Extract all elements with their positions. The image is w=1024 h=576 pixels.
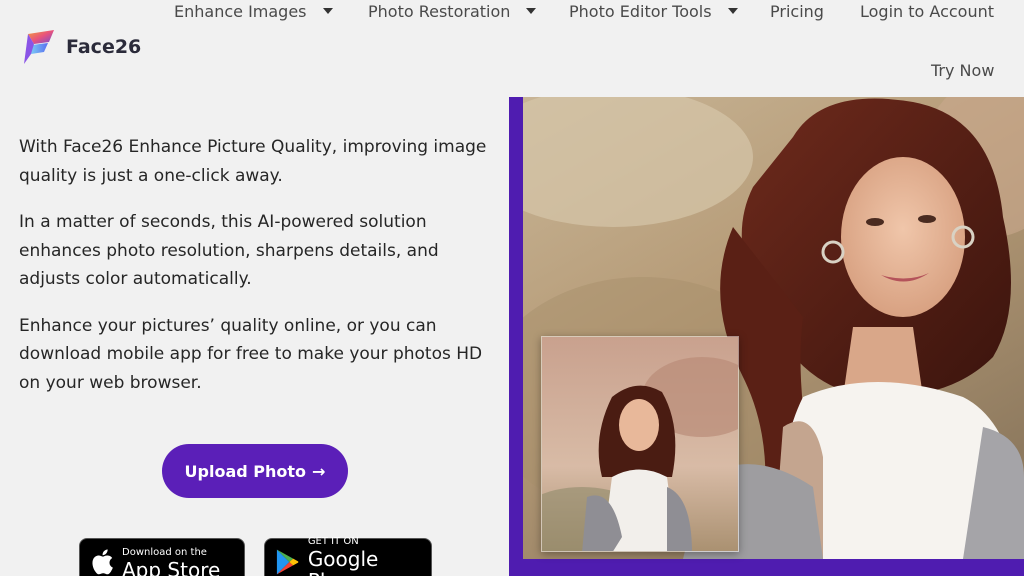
face26-logo-icon (24, 30, 54, 64)
nav-photo-editor-tools[interactable]: Photo Editor Tools (569, 2, 738, 21)
brand-name: Face26 (66, 36, 142, 58)
brand-logo[interactable]: Face26 (20, 28, 141, 66)
nav-photo-restoration[interactable]: Photo Restoration (368, 1, 537, 21)
google-play-icon (276, 549, 299, 575)
thumbnail-portrait-image (542, 337, 738, 551)
caret-down-icon (526, 8, 537, 14)
caret-down-icon (727, 8, 738, 14)
caret-down-icon (322, 8, 333, 14)
upload-photo-label: Upload Photo (184, 461, 307, 481)
apple-icon (92, 549, 113, 575)
intro-paragraph-2: In a matter of seconds, this AI-powered … (19, 212, 439, 289)
intro-text: With Face26 Enhance Picture Quality, imp… (19, 133, 489, 415)
nav-enhance-images[interactable]: Enhance Images (174, 2, 333, 21)
upload-photo-button[interactable]: Upload Photo → (162, 444, 348, 498)
nav-pricing-label: Pricing (770, 1, 824, 21)
nav-photo-editor-tools-label: Photo Editor Tools (569, 1, 712, 21)
google-play-big-text: Google Play (307, 547, 379, 576)
nav-pricing[interactable]: Pricing (770, 2, 824, 21)
app-store-text: Download on the App Store (122, 543, 220, 576)
try-now-link[interactable]: Try Now (931, 61, 994, 80)
nav-login-label: Login to Account (860, 1, 994, 21)
app-store-big-text: App Store (122, 558, 221, 576)
intro-paragraph-3: Enhance your pictures’ quality online, o… (19, 315, 483, 393)
intro-paragraph-1: With Face26 Enhance Picture Quality, imp… (19, 137, 487, 186)
nav-enhance-images-label: Enhance Images (174, 1, 307, 21)
arrow-right-icon: → (312, 461, 326, 481)
google-play-button[interactable]: GET IT ON Google Play (264, 536, 432, 576)
google-play-text: GET IT ON Google Play (308, 532, 421, 576)
nav-login[interactable]: Login to Account (860, 2, 994, 21)
app-store-button[interactable]: Download on the App Store (79, 538, 245, 576)
nav-photo-restoration-label: Photo Restoration (368, 1, 511, 21)
before-thumbnail (541, 336, 739, 552)
